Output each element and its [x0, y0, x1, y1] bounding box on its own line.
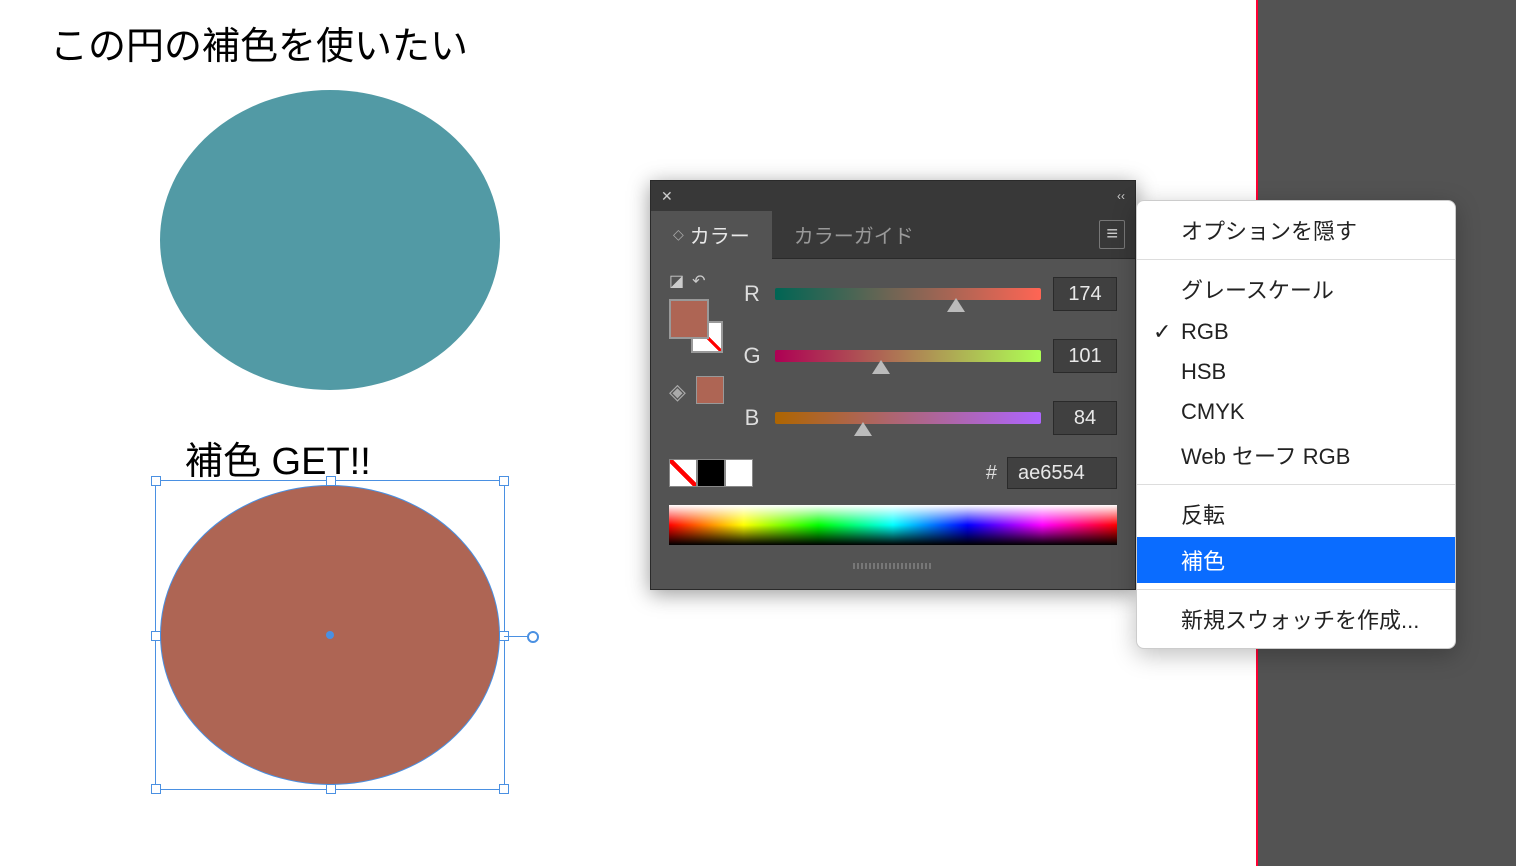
label-b: B — [741, 405, 763, 431]
panel-tabs: ◇ カラー カラーガイド ≡ — [651, 211, 1135, 259]
menu-cmyk[interactable]: CMYK — [1137, 392, 1455, 432]
color-spectrum[interactable] — [669, 505, 1117, 545]
handle-bot-right[interactable] — [499, 784, 509, 794]
fill-swatch[interactable] — [669, 299, 709, 339]
caption-got-complement: 補色 GET!! — [185, 430, 371, 485]
collapse-icon[interactable]: ‹‹ — [1117, 189, 1125, 203]
fill-stroke-swatches[interactable] — [669, 299, 723, 353]
slider-thumb-g[interactable] — [872, 360, 890, 374]
quick-swatches — [669, 459, 753, 487]
swatch-white[interactable] — [725, 459, 753, 487]
handle-bot-mid[interactable] — [326, 784, 336, 794]
menu-complement[interactable]: 補色 — [1137, 537, 1455, 583]
panel-resize-grip[interactable] — [651, 559, 1135, 573]
menu-hide-options[interactable]: オプションを隠す — [1137, 207, 1455, 253]
selection-center — [326, 631, 334, 639]
menu-separator — [1137, 589, 1455, 590]
slider-thumb-b[interactable] — [854, 422, 872, 436]
cube-icon[interactable]: ◈ — [669, 379, 686, 405]
slider-row-g: G 101 — [741, 339, 1117, 373]
slider-g[interactable] — [775, 350, 1041, 362]
menu-new-swatch[interactable]: 新規スウォッチを作成... — [1137, 596, 1455, 642]
default-fill-stroke-icon[interactable]: ↶ — [692, 271, 705, 291]
panel-menu-icon[interactable]: ≡ — [1099, 220, 1125, 249]
tab-guide-label: カラーガイド — [794, 220, 914, 249]
updown-icon: ◇ — [673, 226, 684, 243]
slider-b[interactable] — [775, 412, 1041, 424]
panel-body: ◪ ↶ ◈ R 174 — [651, 259, 1135, 559]
current-color-swatch — [696, 376, 724, 404]
slider-row-b: B 84 — [741, 401, 1117, 435]
menu-grayscale[interactable]: グレースケール — [1137, 266, 1455, 312]
circle-complement-selection[interactable] — [155, 480, 505, 800]
label-r: R — [741, 281, 763, 307]
hex-row: # ae6554 — [669, 457, 1117, 489]
value-g[interactable]: 101 — [1053, 339, 1117, 373]
menu-hsb[interactable]: HSB — [1137, 352, 1455, 392]
close-icon[interactable]: ✕ — [661, 188, 673, 205]
color-panel[interactable]: ✕ ‹‹ ◇ カラー カラーガイド ≡ ◪ ↶ ◈ — [650, 180, 1136, 590]
value-r[interactable]: 174 — [1053, 277, 1117, 311]
fill-stroke-area: ◪ ↶ ◈ — [669, 271, 727, 405]
panel-titlebar[interactable]: ✕ ‹‹ — [651, 181, 1135, 211]
handle-top-mid[interactable] — [326, 476, 336, 486]
slider-thumb-r[interactable] — [947, 298, 965, 312]
rotate-line — [504, 636, 529, 637]
handle-top-left[interactable] — [151, 476, 161, 486]
panel-context-menu: オプションを隠す グレースケール RGB HSB CMYK Web セーフ RG… — [1136, 200, 1456, 649]
value-b[interactable]: 84 — [1053, 401, 1117, 435]
menu-web-safe-rgb[interactable]: Web セーフ RGB — [1137, 432, 1455, 478]
handle-top-right[interactable] — [499, 476, 509, 486]
circle-original[interactable] — [160, 90, 500, 390]
slider-row-r: R 174 — [741, 277, 1117, 311]
tab-color-guide[interactable]: カラーガイド — [772, 211, 936, 259]
menu-separator — [1137, 259, 1455, 260]
tab-color-label: カラー — [690, 220, 750, 249]
label-g: G — [741, 343, 763, 369]
rotate-handle[interactable] — [527, 631, 539, 643]
menu-rgb[interactable]: RGB — [1137, 312, 1455, 352]
handle-mid-left[interactable] — [151, 631, 161, 641]
handle-bot-left[interactable] — [151, 784, 161, 794]
caption-want-complement: この円の補色を使いたい — [50, 15, 468, 70]
swatch-black[interactable] — [697, 459, 725, 487]
menu-invert[interactable]: 反転 — [1137, 491, 1455, 537]
hex-hash-label: # — [986, 462, 997, 485]
slider-r[interactable] — [775, 288, 1041, 300]
tab-color[interactable]: ◇ カラー — [651, 211, 772, 259]
selection-bounding-box — [155, 480, 505, 790]
rgb-sliders: R 174 G 101 B — [741, 277, 1117, 435]
swap-fill-stroke-icon[interactable]: ◪ — [669, 271, 684, 291]
swatch-none[interactable] — [669, 459, 697, 487]
hex-input[interactable]: ae6554 — [1007, 457, 1117, 489]
menu-separator — [1137, 484, 1455, 485]
